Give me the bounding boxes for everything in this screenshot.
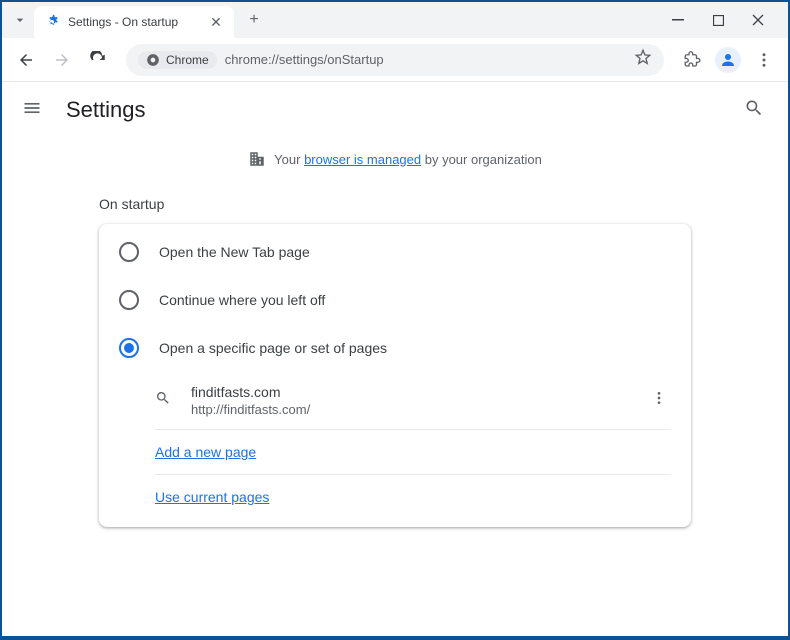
- option-label: Open a specific page or set of pages: [159, 340, 387, 356]
- option-specific-pages[interactable]: Open a specific page or set of pages: [99, 324, 691, 372]
- option-continue[interactable]: Continue where you left off: [99, 276, 691, 324]
- titlebar: Settings - On startup ✕ +: [2, 2, 788, 38]
- radio-unchecked-icon: [119, 242, 139, 262]
- managed-link[interactable]: browser is managed: [304, 152, 421, 167]
- building-icon: [248, 150, 266, 168]
- tab-title: Settings - On startup: [68, 15, 200, 29]
- startup-page-row: finditfasts.com http://finditfasts.com/: [155, 372, 671, 430]
- toolbar: Chrome chrome://settings/onStartup: [2, 38, 788, 82]
- radio-checked-icon: [119, 338, 139, 358]
- maximize-button[interactable]: [704, 6, 732, 34]
- back-button[interactable]: [10, 44, 42, 76]
- content-area: Settings Your browser is managed by your…: [2, 82, 788, 636]
- omnibox-chip: Chrome: [138, 51, 217, 69]
- page-item-menu-button[interactable]: [647, 390, 671, 411]
- managed-suffix: by your organization: [421, 152, 542, 167]
- bookmark-star-icon[interactable]: [634, 48, 652, 71]
- settings-favicon: [44, 14, 60, 30]
- page-title: Settings: [66, 97, 724, 123]
- page-item-title: finditfasts.com: [191, 384, 631, 400]
- hamburger-menu-button[interactable]: [22, 98, 46, 122]
- tab-close-button[interactable]: ✕: [208, 14, 224, 30]
- minimize-button[interactable]: [664, 6, 692, 34]
- menu-button[interactable]: [748, 44, 780, 76]
- omnibox-chip-label: Chrome: [166, 53, 209, 67]
- add-new-page-link[interactable]: Add a new page: [155, 444, 256, 460]
- forward-button[interactable]: [46, 44, 78, 76]
- new-tab-button[interactable]: +: [240, 6, 268, 34]
- profile-button[interactable]: [712, 44, 744, 76]
- omnibox-url: chrome://settings/onStartup: [225, 52, 626, 67]
- tab-search-dropdown[interactable]: [6, 6, 34, 34]
- omnibox[interactable]: Chrome chrome://settings/onStartup: [126, 44, 664, 76]
- browser-tab[interactable]: Settings - On startup ✕: [34, 6, 234, 38]
- close-window-button[interactable]: [744, 6, 772, 34]
- option-label: Continue where you left off: [159, 292, 325, 308]
- extensions-button[interactable]: [676, 44, 708, 76]
- use-current-pages-link[interactable]: Use current pages: [155, 489, 269, 505]
- radio-unchecked-icon: [119, 290, 139, 310]
- search-icon: [155, 390, 175, 411]
- managed-banner: Your browser is managed by your organiza…: [2, 138, 788, 180]
- section-title: On startup: [99, 180, 691, 224]
- managed-prefix: Your: [274, 152, 304, 167]
- settings-header: Settings: [2, 82, 788, 138]
- option-label: Open the New Tab page: [159, 244, 310, 260]
- profile-avatar-icon: [719, 51, 737, 69]
- option-new-tab[interactable]: Open the New Tab page: [99, 228, 691, 276]
- reload-button[interactable]: [82, 44, 114, 76]
- page-item-url: http://finditfasts.com/: [191, 402, 631, 417]
- search-settings-button[interactable]: [744, 98, 768, 122]
- startup-card: Open the New Tab page Continue where you…: [99, 224, 691, 527]
- chrome-icon: [146, 53, 160, 67]
